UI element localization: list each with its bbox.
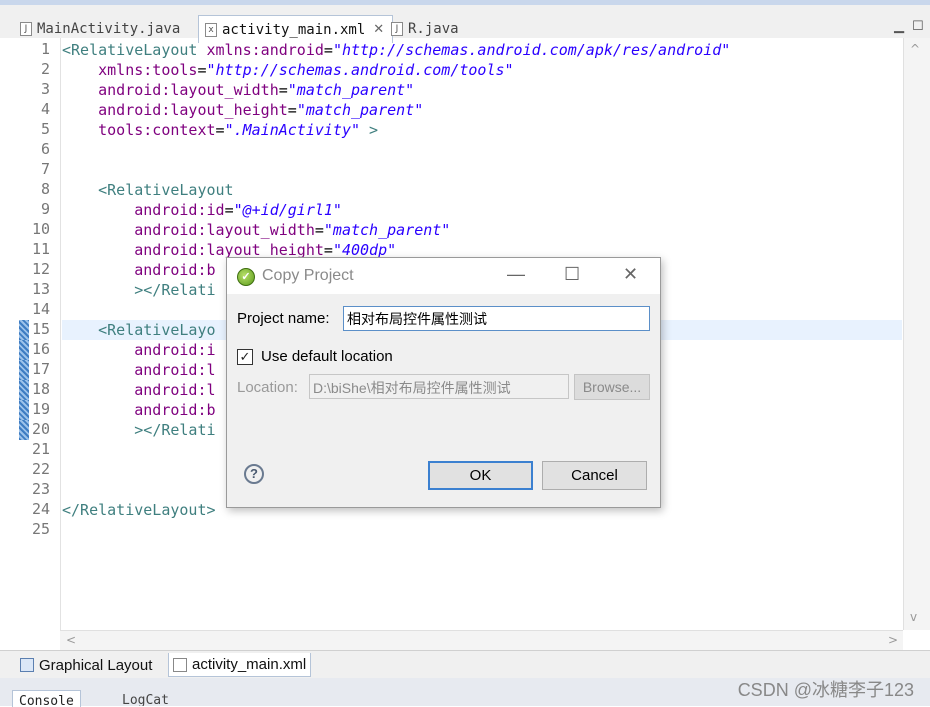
code-line-15: <RelativeLayo [62,321,216,339]
project-name-input[interactable]: 相对布局控件属性测试 [343,306,650,331]
line-number: 16 [31,340,50,358]
java-file-icon: J [391,22,403,36]
line-number: 20 [31,420,50,438]
line-number: 11 [31,240,50,258]
line-number: 22 [31,460,50,478]
code-line-9: android:id="@+id/girl1" [62,201,342,219]
line-number: 24 [31,500,50,518]
close-icon[interactable]: ✕ [623,264,638,285]
dialog-title-bar[interactable]: ✓ Copy Project — ☐ ✕ [227,258,660,294]
help-icon[interactable]: ? [244,464,264,484]
use-default-location-checkbox[interactable]: ✓ [237,349,253,365]
code-line-19: android:b [62,401,216,419]
code-line-18: android:l [62,381,216,399]
use-default-location-label: Use default location [261,348,393,365]
tab-console[interactable]: Console [12,690,81,707]
vertical-scrollbar[interactable]: ^ v [903,38,930,630]
cancel-button[interactable]: Cancel [542,461,647,490]
line-number: 9 [40,200,50,218]
line-number-gutter: 1 2 3 4 5 6 7 8 9 10 11 12 13 14 15 16 1… [0,38,61,630]
location-label: Location: [237,379,298,396]
line-number: 1 [40,40,50,58]
line-number: 15 [31,320,50,338]
xml-file-icon: x [205,22,217,37]
code-line-17: android:l [62,361,216,379]
minimize-view-icon[interactable]: ▁ [894,19,904,34]
project-name-label: Project name: [237,310,330,327]
code-line-12: android:b [62,261,216,279]
code-line-24: </RelativeLayout> [62,501,216,519]
code-line-8: <RelativeLayout [62,181,234,199]
scroll-left-icon[interactable]: < [66,633,76,647]
line-number: 18 [31,380,50,398]
code-line-16: android:i [62,341,216,359]
location-input: D:\biShe\相对布局控件属性测试 [309,374,569,399]
tab-label: activity_main.xml [222,21,366,38]
line-number: 12 [31,260,50,278]
tab-graphical-layout[interactable]: Graphical Layout [20,653,152,677]
android-app-icon: ✓ [237,268,255,286]
line-number: 10 [31,220,50,238]
line-number: 5 [40,120,50,138]
line-number: 14 [31,300,50,318]
tab-activity-main-xml-source[interactable]: activity_main.xml [168,653,312,677]
horizontal-scrollbar[interactable]: < > [60,630,903,651]
tab-label: R.java [408,21,459,37]
browse-button: Browse... [574,374,650,400]
maximize-view-icon[interactable]: ☐ [912,19,924,34]
dialog-title: Copy Project [262,267,354,284]
line-number: 2 [40,60,50,78]
watermark: CSDN @冰糖李子123 [737,680,914,700]
code-line-20: ></Relati [62,421,216,439]
code-line-4: android:layout_height="match_parent" [62,101,424,119]
editor-tab-bar: J MainActivity.java x activity_main.xml … [0,0,930,43]
tab-close-icon[interactable]: ✕ [373,22,384,37]
line-number: 8 [40,180,50,198]
scroll-up-icon[interactable]: ^ [910,42,920,56]
line-number: 17 [31,360,50,378]
copy-project-dialog: ✓ Copy Project — ☐ ✕ Project name: 相对布局控… [226,257,661,508]
tab-logcat[interactable]: LogCat [122,690,169,706]
line-number: 4 [40,100,50,118]
line-number: 7 [40,160,50,178]
line-number: 21 [31,440,50,458]
java-file-icon: J [20,22,32,36]
code-line-3: android:layout_width="match_parent" [62,81,415,99]
scroll-right-icon[interactable]: > [888,633,898,647]
ok-button[interactable]: OK [428,461,533,490]
code-line-5: tools:context=".MainActivity" > [62,121,379,139]
tab-label: MainActivity.java [37,21,181,37]
line-number: 19 [31,400,50,418]
line-number: 23 [31,480,50,498]
minimize-icon[interactable]: — [507,264,525,285]
tab-label: Graphical Layout [39,656,153,674]
line-number: 6 [40,140,50,158]
code-line-1: <RelativeLayout xmlns:android="http://sc… [62,41,731,59]
code-line-13: ></Relati [62,281,216,299]
scroll-down-icon[interactable]: v [910,610,917,624]
xml-file-icon [173,657,187,672]
line-number: 25 [31,520,50,538]
line-number: 3 [40,80,50,98]
editor-mode-tabs: Graphical Layout activity_main.xml [0,650,930,679]
tab-label: activity_main.xml [192,656,307,673]
line-number: 13 [31,280,50,298]
layout-icon [20,658,34,672]
code-line-2: xmlns:tools="http://schemas.android.com/… [62,61,514,79]
maximize-icon[interactable]: ☐ [564,264,580,285]
code-line-10: android:layout_width="match_parent" [62,221,451,239]
